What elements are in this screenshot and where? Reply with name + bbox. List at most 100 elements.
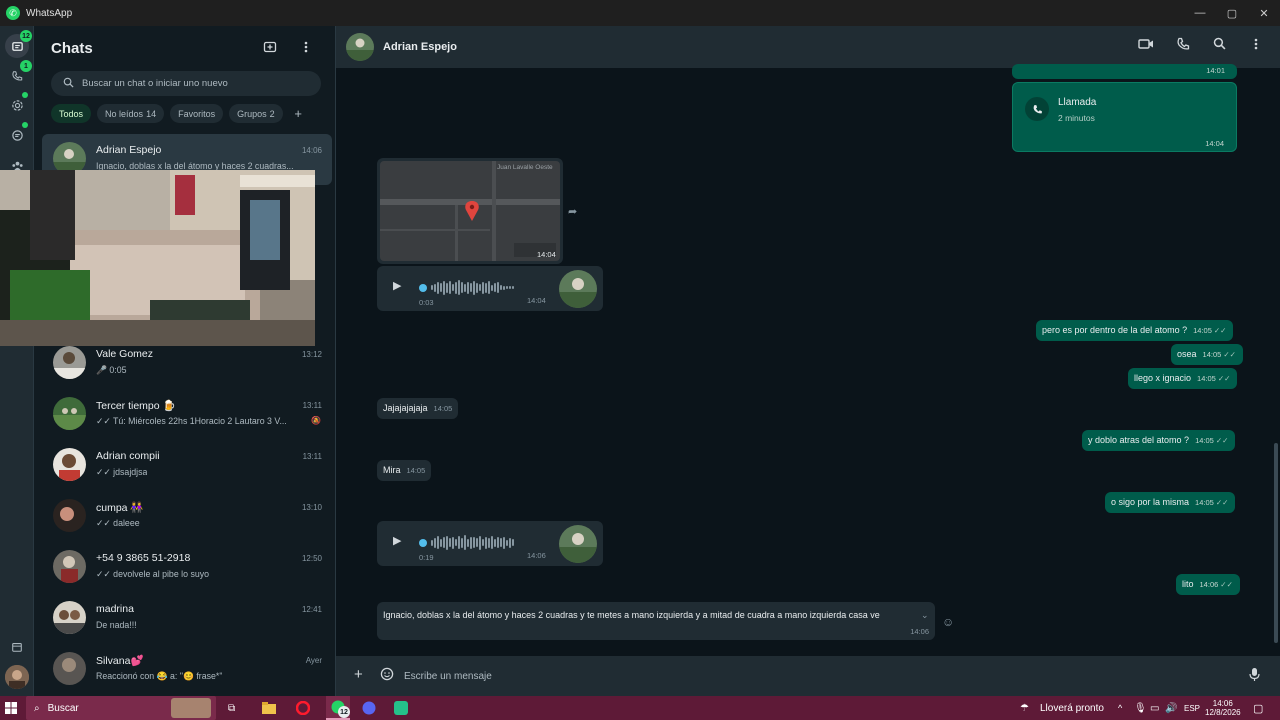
chat-time: 12:50 [301, 554, 322, 563]
message-list: 14:01 Llamada 2 minutos 14:04 Juan Laval… [336, 64, 1280, 656]
channels-dot [22, 122, 28, 128]
chat-preview: Reaccionó con 😂 a: "😊 frase*" [96, 671, 223, 681]
avatar [53, 499, 86, 532]
voice-message[interactable]: ▶ 0:03 14:04 [377, 266, 603, 311]
avatar [53, 550, 86, 583]
chat-item-cumpa[interactable]: cumpa 👭 13:10 ✓✓ daleee [42, 491, 332, 542]
filter-all[interactable]: Todos [51, 104, 92, 123]
location-message[interactable]: Juan Lavalle Oeste 14:04 [377, 158, 563, 264]
minimize-button[interactable]: — [1184, 0, 1216, 26]
chat-list-panel: Chats Todos No leídos14 Favoritos Grupos… [34, 26, 336, 696]
chat-name: Adrian Espejo [96, 144, 162, 156]
filter-label: No leídos [105, 108, 144, 119]
call-message-card[interactable]: Llamada 2 minutos 14:04 [1012, 82, 1237, 152]
status-icon[interactable] [5, 92, 29, 117]
status-dot [22, 92, 28, 98]
message-input[interactable] [404, 666, 1224, 686]
show-hidden-icons-chevron-icon[interactable]: ^ [1118, 696, 1122, 720]
playback-handle[interactable] [419, 284, 427, 292]
chat-name: madrina [96, 603, 134, 615]
sticker-emoji-icon[interactable] [380, 667, 394, 685]
search-input[interactable] [82, 78, 302, 89]
message-time: 14:05 [1193, 326, 1212, 335]
message-time: 14:01 [1206, 66, 1225, 75]
message-time: 14:06 [910, 627, 929, 636]
profile-avatar[interactable] [5, 665, 29, 689]
voice-length: 0:03 [419, 298, 434, 307]
file-explorer-icon[interactable] [262, 696, 276, 720]
network-icon[interactable]: ▭ [1150, 696, 1159, 720]
chat-item-silvana[interactable]: Silvana💕 Ayer Reaccionó con 😂 a: "😊 fras… [42, 644, 332, 695]
chat-list-title: Chats [51, 39, 93, 57]
react-emoji-icon[interactable]: ☺ [942, 615, 954, 629]
forward-icon[interactable]: ➦ [568, 205, 577, 218]
clock-date: 12/8/2026 [1205, 708, 1241, 717]
chat-item-tercer-tiempo[interactable]: Tercer tiempo 🍺 13:11 ✓✓ Tú: Miércoles 2… [42, 389, 332, 440]
weather-icon[interactable]: ☂ [1020, 696, 1029, 720]
chat-name: Silvana💕 [96, 655, 144, 667]
channels-icon[interactable] [5, 122, 29, 147]
discord-icon[interactable] [362, 696, 376, 720]
voice-message[interactable]: ▶ 0:19 14:06 [377, 521, 603, 566]
close-button[interactable]: ✕ [1248, 0, 1280, 26]
volume-icon[interactable]: 🔊 [1165, 696, 1177, 720]
message-time: 14:06 [527, 551, 546, 560]
opera-browser-icon[interactable] [296, 696, 310, 720]
maximize-button[interactable]: ▢ [1216, 0, 1248, 26]
attach-plus-icon[interactable]: + [354, 666, 363, 683]
video-call-icon[interactable] [1138, 37, 1154, 54]
weather-text[interactable]: Lloverá pronto [1040, 696, 1104, 720]
chat-item-phone-number[interactable]: +54 9 3865 51-2918 12:50 ✓✓ devolvele al… [42, 542, 332, 593]
chat-item-madrina[interactable]: madrina 12:41 De nada!!! [42, 593, 332, 644]
filter-unread[interactable]: No leídos 14 [97, 104, 165, 123]
chat-name: Adrian compii [96, 450, 160, 462]
chat-time: Ayer [305, 656, 322, 665]
chat-item-adrian-compii[interactable]: Adrian compii 13:11 ✓✓ jdsajdjsa [42, 440, 332, 491]
notifications-icon[interactable]: ▢ [1253, 696, 1263, 720]
message-bubble-incoming: Mira 14:05 [377, 460, 432, 481]
conversation-menu-icon[interactable] [1254, 37, 1258, 54]
read-receipt-icon: ✓✓ [1223, 350, 1236, 359]
calls-icon[interactable]: 1 [5, 60, 32, 88]
play-icon[interactable]: ▶ [393, 279, 401, 292]
language-indicator[interactable]: ESP [1184, 696, 1200, 720]
start-icon[interactable] [5, 696, 17, 720]
waveform [431, 280, 515, 296]
new-chat-icon[interactable] [263, 40, 277, 57]
clock[interactable]: 14:06 12/8/2026 [1205, 696, 1241, 720]
conversation-header[interactable]: Adrian Espejo [336, 26, 1280, 68]
chat-preview: De nada!!! [96, 620, 137, 630]
message-options-chevron-icon[interactable]: ⌄ [921, 610, 929, 621]
taskbar-search[interactable]: ⌕ Buscar [26, 696, 216, 720]
filter-groups[interactable]: Grupos 2 [229, 104, 283, 123]
message-composer: + [336, 656, 1280, 696]
conversation-panel: Adrian Espejo 14:01 Llamada 2 minutos 14… [336, 26, 1280, 696]
playback-handle[interactable] [419, 539, 427, 547]
search-bar[interactable] [51, 71, 321, 96]
filter-favorites[interactable]: Favoritos [170, 104, 224, 123]
whatsapp-taskbar-icon[interactable]: 12 [326, 696, 350, 720]
read-receipt-icon: ✓✓ [1215, 436, 1229, 445]
microphone-icon[interactable] [1249, 667, 1260, 686]
whatsapp-taskbar-badge: 12 [338, 706, 350, 718]
message-time: 14:05 [1202, 350, 1222, 359]
chat-name: Vale Gomez [96, 348, 153, 360]
add-filter-icon[interactable]: + [289, 104, 308, 123]
archived-icon[interactable] [5, 635, 29, 659]
conversation-scrollbar[interactable] [1274, 443, 1278, 643]
search-messages-icon[interactable] [1213, 37, 1226, 53]
read-receipt-icon: ✓✓ [1217, 374, 1231, 383]
voice-call-icon[interactable] [1176, 37, 1190, 54]
play-icon[interactable]: ▶ [393, 534, 401, 547]
clock-time: 14:06 [1212, 699, 1233, 708]
microphone-tray-icon[interactable]: 🎙 [1134, 696, 1147, 720]
menu-icon[interactable] [304, 40, 308, 57]
windows-taskbar: ⌕ Buscar ⧉ 12 ☂ Lloverá pronto ^ 🎙 ▭ 🔊 E… [0, 696, 1280, 720]
avatar [53, 397, 86, 430]
chats-icon[interactable]: 12 [5, 30, 32, 58]
chat-name: cumpa 👭 [96, 502, 144, 514]
task-view-icon[interactable]: ⧉ [228, 696, 235, 720]
app-icon[interactable] [394, 696, 408, 720]
contact-avatar[interactable] [346, 33, 374, 61]
message-text: pero es por dentro de la del atomo ? [1042, 325, 1188, 335]
